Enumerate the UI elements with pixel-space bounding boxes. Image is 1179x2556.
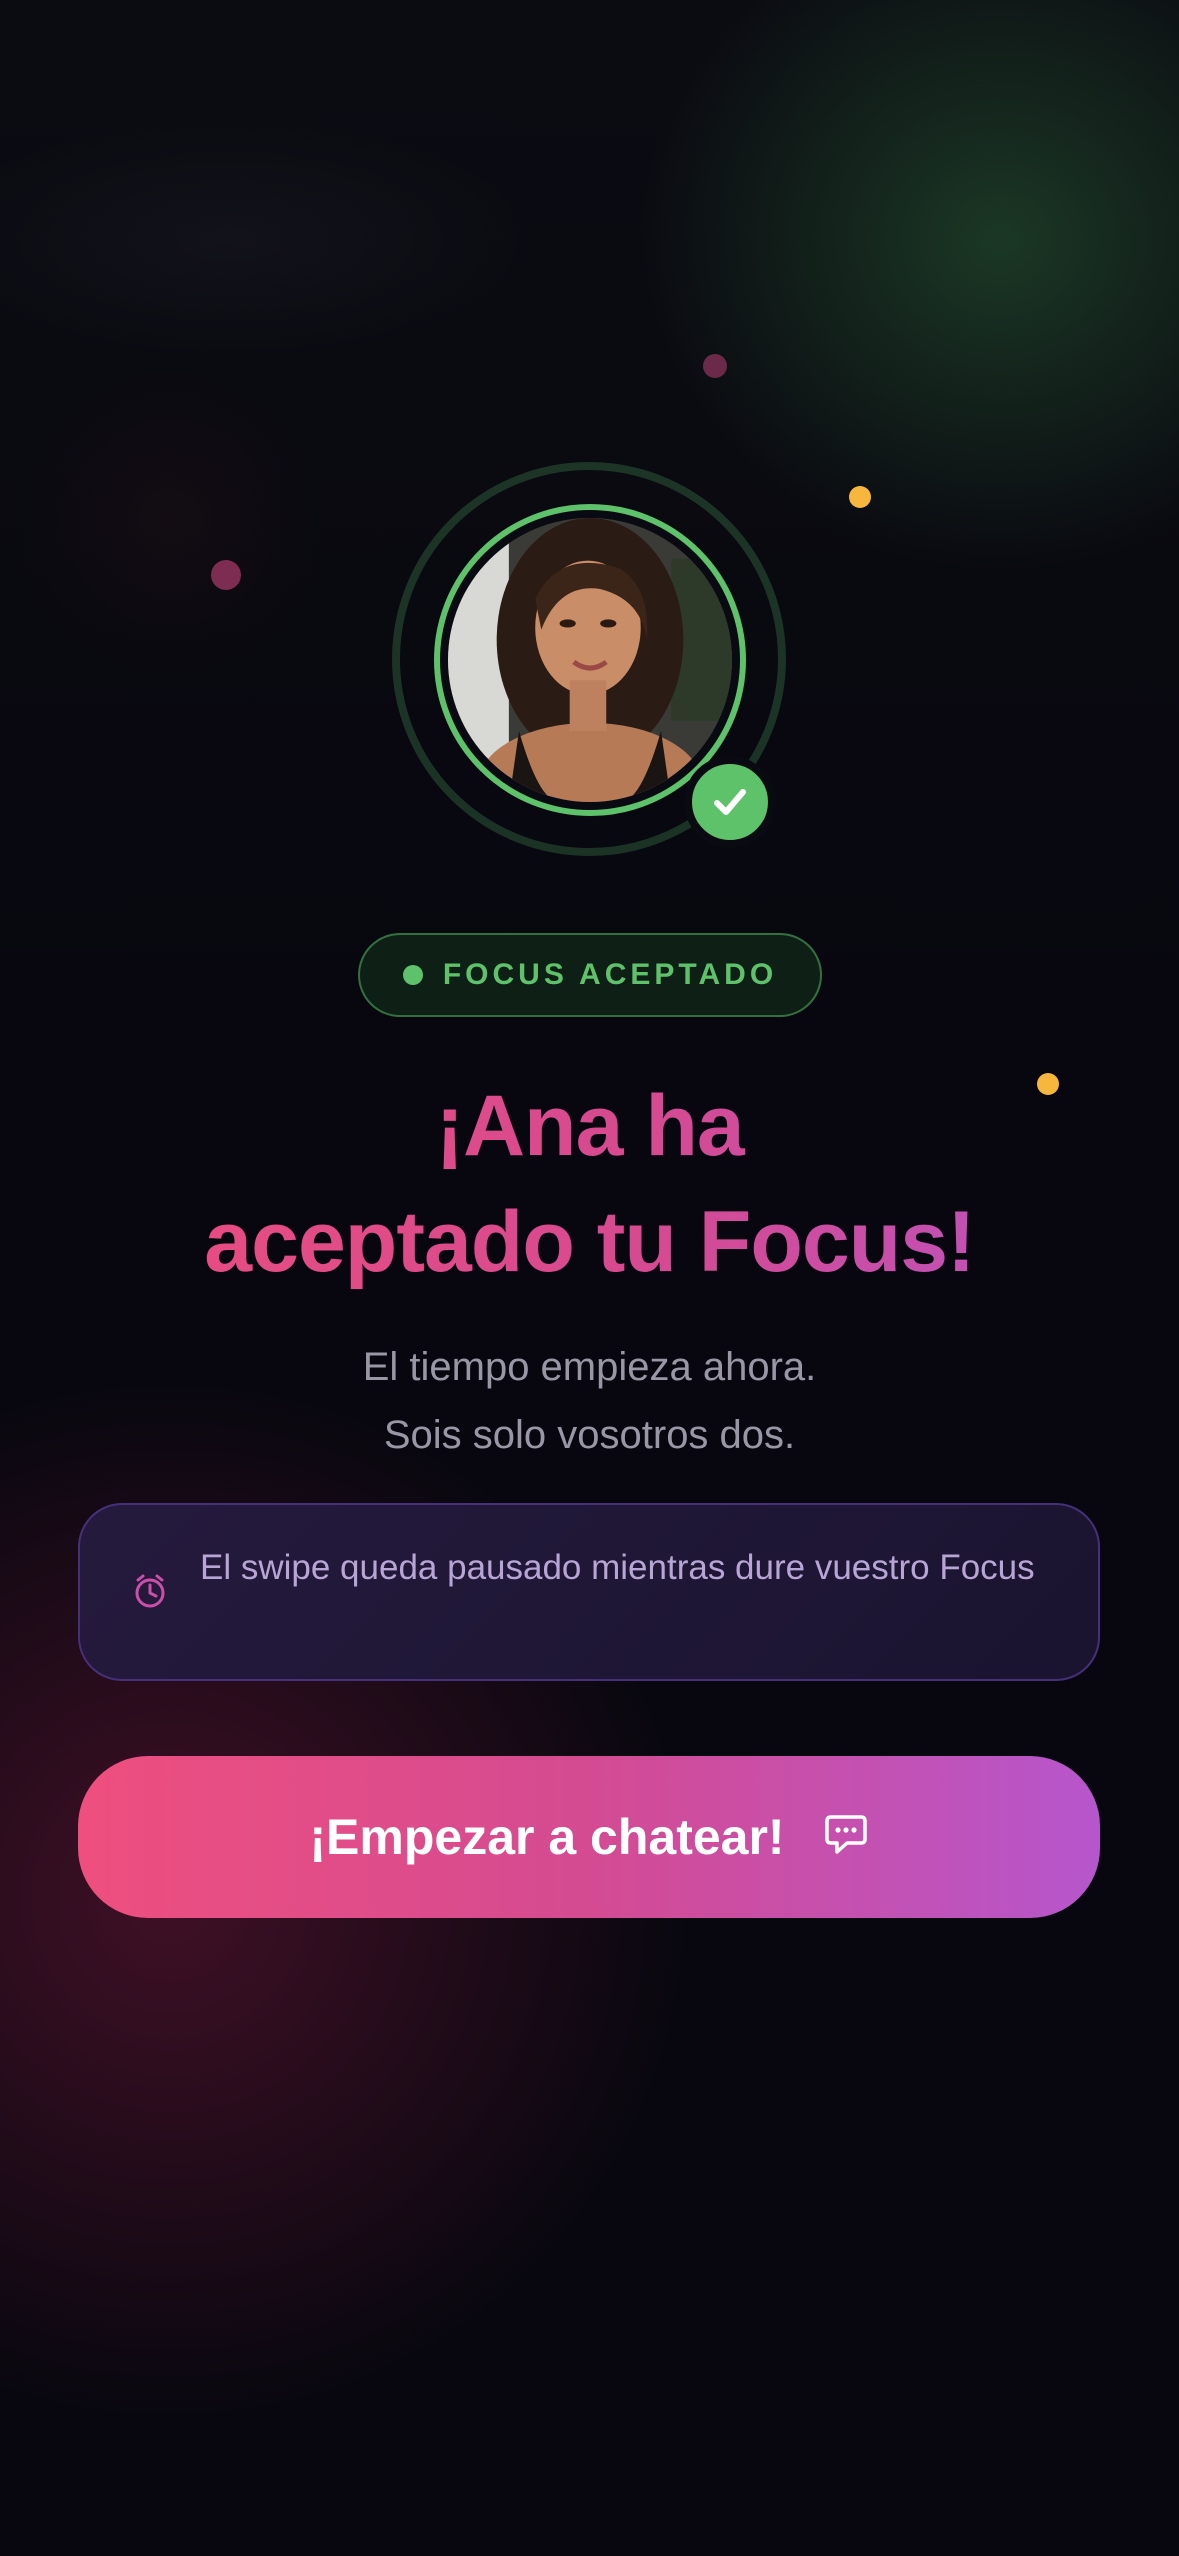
subtitle-line-2: Sois solo vosotros dos. (383, 1413, 796, 1457)
headline-line-2: aceptado tu Focus! (0, 1192, 1179, 1292)
status-badge-label: FOCUS ACEPTADO (442, 958, 778, 991)
profile-photo (448, 518, 732, 802)
info-card-text: El swipe queda pausado mientras dure vue… (200, 1548, 1035, 1587)
confetti-dot (211, 560, 241, 590)
subtitle-line-1: El tiempo empieza ahora. (362, 1345, 817, 1389)
status-badge: FOCUS ACEPTADO (358, 933, 822, 1017)
start-chat-button-label: ¡Empezar a chatear! (309, 1809, 785, 1865)
status-dot-icon (402, 965, 423, 985)
info-card: El swipe queda pausado mientras dure vue… (78, 1503, 1100, 1681)
start-chat-button[interactable]: ¡Empezar a chatear! (78, 1756, 1100, 1918)
timer-icon (135, 1574, 165, 1608)
chat-bubble-icon (824, 1815, 867, 1854)
confetti-dot (703, 354, 727, 378)
verified-check-badge (684, 756, 776, 848)
confetti-dot (849, 486, 871, 508)
headline-line-1: ¡Ana ha (0, 1076, 1179, 1176)
check-icon (714, 789, 746, 815)
